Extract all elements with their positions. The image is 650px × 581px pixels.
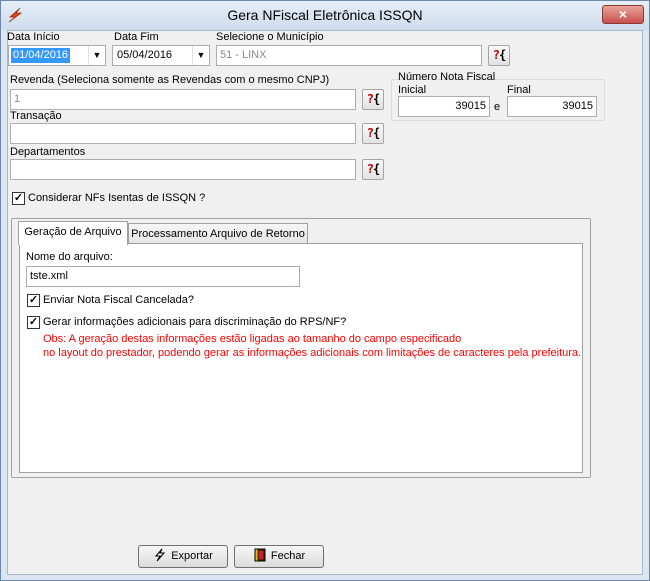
tab-processamento-retorno[interactable]: Processamento Arquivo de Retorno [128, 223, 308, 245]
nome-arquivo-label: Nome do arquivo: [26, 251, 113, 263]
nota-inicial-field[interactable]: 39015 [398, 96, 490, 117]
transacao-label: Transação [10, 110, 62, 122]
data-fim-value[interactable]: 05/04/2016 [115, 48, 174, 63]
exportar-label: Exportar [171, 550, 213, 562]
gerar-info-checkbox[interactable]: ✓ [27, 316, 40, 329]
window: Gera NFiscal Eletrônica ISSQN × Data Iní… [0, 0, 650, 581]
chevron-down-icon[interactable]: ▼ [88, 46, 105, 65]
exportar-button[interactable]: Exportar [138, 545, 228, 568]
departamentos-field[interactable] [10, 159, 356, 180]
enviar-cancelada-checkbox[interactable]: ✓ [27, 294, 40, 307]
lightning-icon [155, 548, 166, 562]
data-fim-label: Data Fim [114, 31, 159, 43]
title-bar: Gera NFiscal Eletrônica ISSQN × [1, 1, 649, 30]
data-inicio-value[interactable]: 01/04/2016 [11, 48, 71, 63]
nome-arquivo-field[interactable]: tste.xml [26, 266, 300, 287]
municipio-field[interactable]: 51 - LINX [216, 45, 482, 66]
nota-inicial-label: Inicial [398, 84, 427, 96]
revenda-field[interactable]: 1 [10, 89, 356, 110]
municipio-label: Selecione o Município [216, 31, 324, 43]
numero-nota-label: Número Nota Fiscal [398, 71, 496, 83]
tab-panel: Geração de Arquivo Processamento Arquivo… [11, 218, 591, 478]
exit-door-icon [254, 548, 266, 562]
tab-page-geracao: Nome do arquivo: tste.xml ✓ Enviar Nota … [19, 243, 583, 473]
chevron-down-icon[interactable]: ▼ [192, 46, 209, 65]
tab-geracao-arquivo[interactable]: Geração de Arquivo [18, 221, 128, 245]
obs-line-2: no layout do prestador, podendo gerar as… [43, 347, 582, 359]
data-inicio-combo[interactable]: 01/04/2016 ▼ [8, 45, 106, 66]
transacao-lookup-button[interactable]: ?{ [362, 123, 384, 144]
close-button[interactable]: × [602, 5, 644, 24]
fechar-button[interactable]: Fechar [234, 545, 324, 568]
nota-final-field[interactable]: 39015 [507, 96, 597, 117]
departamentos-lookup-button[interactable]: ?{ [362, 159, 384, 180]
considerar-isentas-checkbox[interactable]: ✓ [12, 192, 25, 205]
obs-line-1: Obs: A geração destas informações estão … [43, 333, 462, 345]
considerar-isentas-label[interactable]: Considerar NFs Isentas de ISSQN ? [28, 192, 205, 204]
enviar-cancelada-label[interactable]: Enviar Nota Fiscal Cancelada? [43, 294, 194, 306]
departamentos-label: Departamentos [10, 146, 86, 158]
client-area: Data Início 01/04/2016 ▼ Data Fim 05/04/… [7, 30, 643, 575]
nota-final-label: Final [507, 84, 531, 96]
data-inicio-label: Data Início [7, 31, 60, 43]
gerar-info-label[interactable]: Gerar informações adicionais para discri… [43, 316, 346, 328]
window-title: Gera NFiscal Eletrônica ISSQN [227, 7, 423, 23]
transacao-field[interactable] [10, 123, 356, 144]
fechar-label: Fechar [270, 550, 306, 562]
data-fim-combo[interactable]: 05/04/2016 ▼ [112, 45, 210, 66]
municipio-lookup-button[interactable]: ?{ [488, 45, 510, 66]
revenda-label: Revenda (Seleciona somente as Revendas c… [10, 74, 330, 86]
revenda-lookup-button[interactable]: ?{ [362, 89, 384, 110]
nota-separator: e [494, 101, 501, 113]
